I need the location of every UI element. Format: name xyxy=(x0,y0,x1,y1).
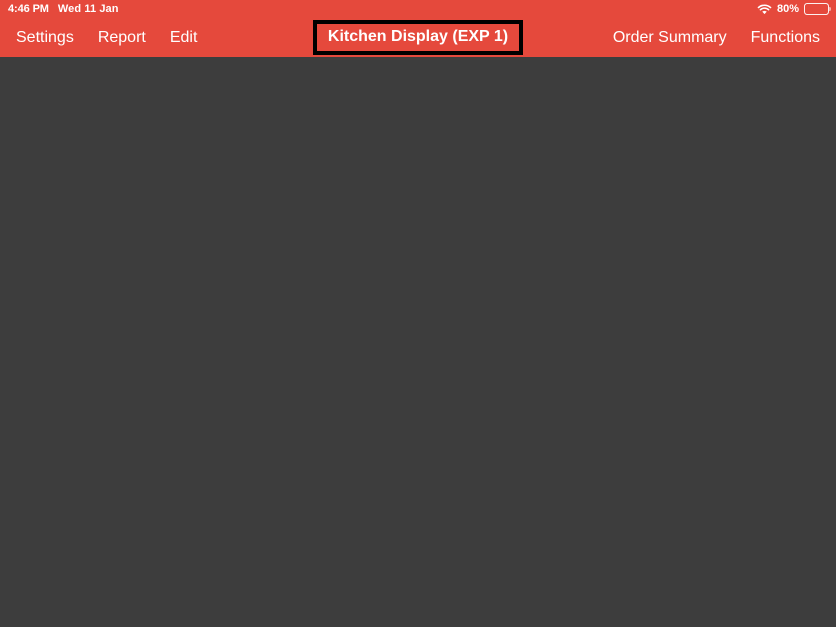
status-bar-time: 4:46 PM xyxy=(8,3,49,15)
wifi-icon xyxy=(757,3,772,15)
nav-item-order-summary[interactable]: Order Summary xyxy=(613,18,727,57)
nav-item-functions[interactable]: Functions xyxy=(751,18,820,57)
status-bar-left: 4:46 PM Wed 11 Jan xyxy=(8,0,119,18)
nav-item-report[interactable]: Report xyxy=(98,18,146,57)
status-bar-right: 80% xyxy=(757,0,829,18)
navigation-bar: Settings Report Edit Kitchen Display (EX… xyxy=(0,18,836,57)
nav-left-group: Settings Report Edit xyxy=(16,18,197,57)
nav-right-group: Order Summary Functions xyxy=(613,18,820,57)
page-title: Kitchen Display (EXP 1) xyxy=(327,28,509,45)
battery-percentage-label: 80% xyxy=(776,3,799,15)
kitchen-display-title-button[interactable]: Kitchen Display (EXP 1) xyxy=(312,20,524,55)
kitchen-display-app: 4:46 PM Wed 11 Jan 80% Settings Report E… xyxy=(0,0,836,627)
kitchen-display-order-area[interactable] xyxy=(0,57,836,627)
status-bar-date: Wed 11 Jan xyxy=(57,3,119,15)
status-bar: 4:46 PM Wed 11 Jan 80% xyxy=(0,0,836,18)
nav-item-edit[interactable]: Edit xyxy=(170,18,198,57)
nav-item-settings[interactable]: Settings xyxy=(16,18,74,57)
battery-icon xyxy=(804,3,829,15)
